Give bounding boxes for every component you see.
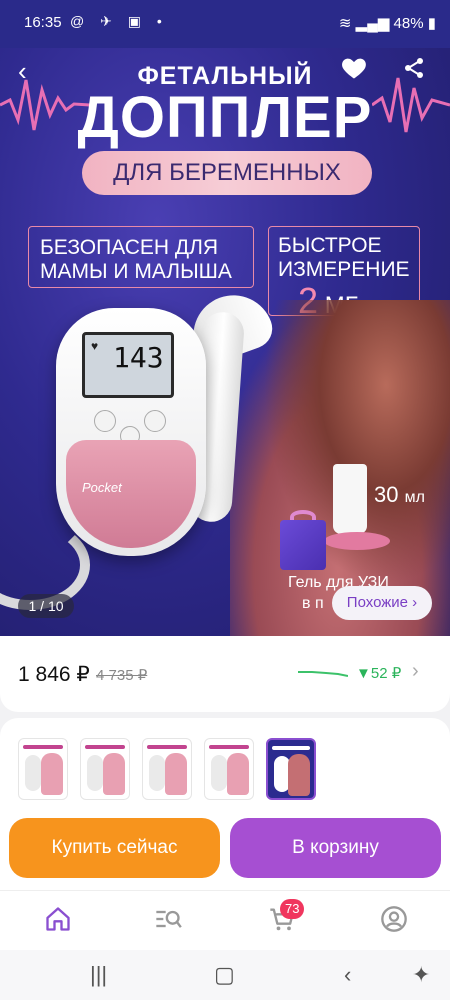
gel-volume-unit: мл xyxy=(404,489,425,506)
thumbnail-person xyxy=(288,754,310,796)
current-price: 1 846 ₽ xyxy=(18,663,90,686)
add-to-cart-button[interactable]: В корзину xyxy=(230,818,441,878)
thumbnail-device xyxy=(211,755,227,791)
ultrasound-gel-tube xyxy=(333,464,367,534)
heart-icon: ♥ xyxy=(91,339,99,353)
accessibility-icon[interactable]: ✦ xyxy=(412,962,430,988)
thumbnail-device xyxy=(87,755,103,791)
thumbnail-title-strip xyxy=(85,745,125,749)
thumbnail-1[interactable] xyxy=(18,738,68,800)
thumbnail-5-selected[interactable] xyxy=(266,738,316,800)
price-trend-line xyxy=(298,671,348,677)
price-row[interactable]: 1 846 ₽ 4 735 ₽ ▼52 ₽ › xyxy=(0,636,450,712)
thumbnail-person xyxy=(41,753,63,795)
gel-volume-label: 30 мл xyxy=(374,482,425,508)
favorite-heart-icon[interactable] xyxy=(340,54,368,82)
thumbnail-2[interactable] xyxy=(80,738,130,800)
similar-products-button[interactable]: Похожие › xyxy=(332,586,432,620)
home-button-icon[interactable]: ▢ xyxy=(214,962,235,988)
device-button-right xyxy=(144,410,166,432)
thumbnail-device xyxy=(25,755,41,791)
catalog-search-icon[interactable] xyxy=(154,905,182,933)
feature-fast-line2: ИЗМЕРЕНИЕ xyxy=(278,258,410,281)
share-icon[interactable] xyxy=(402,56,426,80)
status-time: 16:35 xyxy=(24,14,62,31)
signal-icon: ▂▄▆ xyxy=(355,15,390,32)
feature-safe-line1: БЕЗОПАСЕН ДЛЯ xyxy=(40,236,219,259)
cart-badge: 73 xyxy=(280,899,305,919)
system-navigation-bar: ||| ▢ ‹ ✦ xyxy=(0,950,450,1000)
price-drop-value: ▼52 ₽ xyxy=(356,665,402,682)
thumbnail-person xyxy=(165,753,187,795)
device-heart-rate-reading: 143 xyxy=(113,341,164,374)
status-bar: 16:35 @ ✈ ▣ • ≋ ▂▄▆ 48% ▮ xyxy=(0,0,450,48)
feature-safe-line2: МАМЫ И МАЛЫША xyxy=(40,260,232,283)
device-button-left xyxy=(94,410,116,432)
thumbnail-3[interactable] xyxy=(142,738,192,800)
profile-icon[interactable] xyxy=(380,905,408,933)
buy-now-button[interactable]: Купить сейчас xyxy=(9,818,220,878)
thumbnail-person xyxy=(103,753,125,795)
feature-fast-line1: БЫСТРОЕ xyxy=(278,234,382,257)
gel-volume-value: 30 xyxy=(374,482,399,507)
battery-icon: ▮ xyxy=(427,15,436,32)
old-price: 4 735 ₽ xyxy=(96,667,148,684)
doppler-device-image: ♥ 143 Pocket xyxy=(56,308,206,556)
device-brand-label: Pocket xyxy=(82,480,122,495)
wifi-icon: ≋ xyxy=(338,15,352,32)
thumbnail-4[interactable] xyxy=(204,738,254,800)
device-pink-panel: Pocket xyxy=(66,440,196,548)
gift-box-icon xyxy=(280,520,326,570)
thumbnail-title-strip xyxy=(147,745,187,749)
status-right: ≋ ▂▄▆ 48% ▮ xyxy=(339,14,436,32)
product-image-gallery[interactable]: ФЕТАЛЬНЫЙ ДОППЛЕР ДЛЯ БЕРЕМЕННЫХ БЕЗОПАС… xyxy=(0,0,450,636)
bottom-tab-bar: 73 xyxy=(0,890,450,950)
action-bar: Купить сейчас В корзину xyxy=(0,806,450,890)
recent-apps-icon[interactable]: ||| xyxy=(90,962,107,988)
thumbnail-strip xyxy=(0,718,450,818)
product-screen: ФЕТАЛЬНЫЙ ДОППЛЕР ДЛЯ БЕРЕМЕННЫХ БЕЗОПАС… xyxy=(0,0,450,1000)
thumbnail-title-strip xyxy=(272,746,310,750)
back-icon[interactable]: ‹ xyxy=(18,56,27,87)
battery-level: 48% xyxy=(393,15,424,32)
thumbnail-device xyxy=(149,755,165,791)
thumbnail-title-strip xyxy=(23,745,63,749)
thumbnail-person xyxy=(227,753,249,795)
system-back-icon[interactable]: ‹ xyxy=(344,962,351,988)
home-icon[interactable] xyxy=(44,905,72,933)
image-counter: 1 / 10 xyxy=(18,594,74,618)
chevron-right-icon[interactable]: › xyxy=(412,660,419,683)
device-lcd-screen: ♥ 143 xyxy=(82,332,174,398)
status-notification-icons: @ ✈ ▣ • xyxy=(70,13,168,29)
gel-stand xyxy=(324,532,390,550)
hero-title-line2: ДОППЛЕР xyxy=(77,85,373,150)
hero-subtitle-pill: ДЛЯ БЕРЕМЕННЫХ xyxy=(82,151,372,195)
thumbnail-title-strip xyxy=(209,745,249,749)
